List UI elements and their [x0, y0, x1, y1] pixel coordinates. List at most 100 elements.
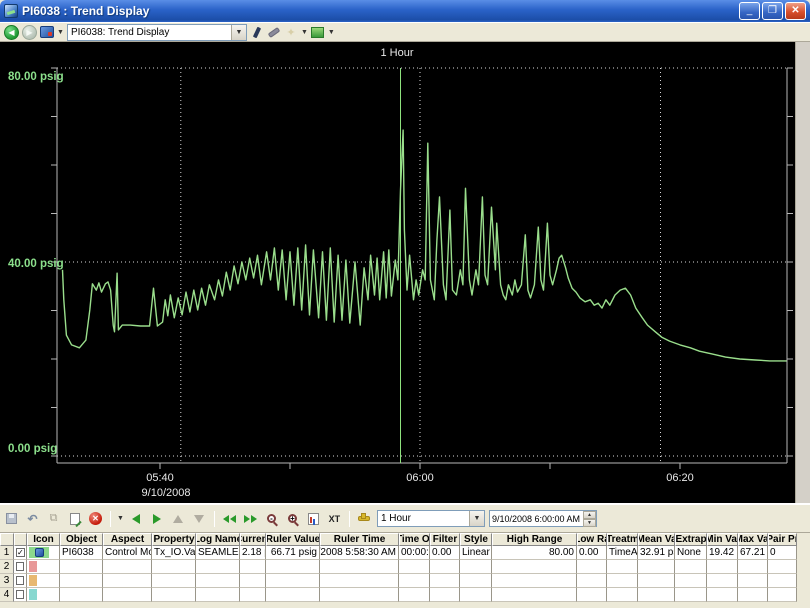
column-header-high_range[interactable]: High Range [492, 533, 577, 546]
column-header-filter[interactable]: Filter [430, 533, 460, 546]
aspect-combobox-dropdown-icon[interactable]: ▼ [231, 25, 246, 40]
aspect-menu-caret-icon[interactable]: ▼ [57, 29, 64, 36]
fast-back-icon[interactable] [221, 511, 238, 527]
cell-extrap: None [675, 546, 707, 560]
cell-aspect [103, 560, 152, 574]
column-header-ruler_time[interactable]: Ruler Time [320, 533, 399, 546]
close-button[interactable]: ✕ [785, 2, 806, 20]
favorites-icon[interactable]: ✦ [284, 26, 298, 39]
paste-icon[interactable]: ⧉ [45, 511, 62, 527]
column-header-pair_pr[interactable]: Pair Pr [768, 533, 797, 546]
trend-plot[interactable]: 80.00 psig40.00 psig0.00 psig05:4006:000… [0, 42, 795, 503]
cell-pair_pr [768, 560, 797, 574]
column-header-ruler_value[interactable]: Ruler Value [266, 533, 320, 546]
step-up-icon[interactable] [170, 511, 187, 527]
image-gallery-icon[interactable] [311, 26, 325, 39]
trend-display-window: PI6038 : Trend Display _ ❐ ✕ ◀ ▶ ▼ PI603… [0, 0, 810, 608]
row-number: 1 [0, 546, 14, 560]
cell-ruler_time: 9/10/2008 5:58:30 AM [320, 546, 399, 560]
stop-icon[interactable]: ✕ [87, 511, 104, 527]
column-header-min_val[interactable]: Min Val [707, 533, 738, 546]
cell-ruler_value [266, 574, 320, 588]
cell-object [60, 560, 103, 574]
interval-combobox-value: 1 Hour [378, 513, 469, 524]
cell-mean_va: 32.91 psi [638, 546, 675, 560]
zoom-out-icon[interactable]: - [263, 511, 280, 527]
column-header-sel[interactable] [14, 533, 27, 546]
zoom-in-icon[interactable]: + [284, 511, 301, 527]
datetime-value: 9/10/2008 6:00:00 AM [490, 514, 583, 524]
pin-icon[interactable] [250, 26, 264, 39]
column-header-object[interactable]: Object [60, 533, 103, 546]
datetime-field[interactable]: 9/10/2008 6:00:00 AM ▲ ▼ [489, 510, 597, 527]
cell-filter [430, 588, 460, 602]
aspect-combobox[interactable]: PI6038: Trend Display ▼ [67, 24, 247, 41]
step-down-icon[interactable] [191, 511, 208, 527]
trend-line [63, 130, 787, 361]
table-row[interactable]: 4 [0, 588, 810, 602]
cell-logname: SEAMLESS [196, 546, 240, 560]
pen-icon[interactable] [267, 26, 281, 39]
cell-min_val [707, 588, 738, 602]
toolbar-separator [214, 511, 215, 527]
svg-text:05:40: 05:40 [146, 472, 174, 484]
table-header-row: IconObjectAspectPropertyLog NameCurrentR… [0, 533, 810, 546]
edit-note-icon[interactable] [66, 511, 83, 527]
toolbar-separator [349, 511, 350, 527]
cell-low_ra [577, 588, 607, 602]
titlebar[interactable]: PI6038 : Trend Display _ ❐ ✕ [0, 0, 810, 22]
column-header-treatm[interactable]: Treatm [607, 533, 638, 546]
forward-icon[interactable]: ▶ [22, 25, 37, 40]
column-header-icon[interactable]: Icon [27, 533, 60, 546]
save-icon[interactable] [3, 511, 20, 527]
cell-pair_pr: 0 [768, 546, 797, 560]
datetime-spinner[interactable]: ▲ ▼ [583, 511, 596, 526]
visible-checkbox[interactable]: ✓ [14, 546, 27, 560]
spinner-up-icon[interactable]: ▲ [583, 511, 596, 519]
column-header-time_of[interactable]: Time Of [399, 533, 430, 546]
trend-chart-svg[interactable]: 80.00 psig40.00 psig0.00 psig05:4006:000… [0, 42, 795, 503]
spinner-down-icon[interactable]: ▼ [583, 519, 596, 527]
xt-mode-icon[interactable]: XT [326, 511, 343, 527]
step-back-icon[interactable] [128, 511, 145, 527]
column-header-extrap[interactable]: Extrap [675, 533, 707, 546]
restore-button[interactable]: ❐ [762, 2, 783, 20]
fast-forward-icon[interactable] [242, 511, 259, 527]
trace-dropdown-caret-icon[interactable]: ▼ [117, 515, 124, 522]
image-gallery-caret-icon[interactable]: ▼ [328, 29, 335, 36]
interval-combobox-dropdown-icon[interactable]: ▼ [469, 511, 484, 526]
column-header-max_val[interactable]: Max Val [738, 533, 768, 546]
interval-combobox[interactable]: 1 Hour ▼ [377, 510, 485, 527]
column-header-logname[interactable]: Log Name [196, 533, 240, 546]
step-forward-icon[interactable] [149, 511, 166, 527]
column-header-property[interactable]: Property [152, 533, 196, 546]
column-header-current[interactable]: Current [240, 533, 266, 546]
column-header-style[interactable]: Style [460, 533, 492, 546]
cell-filter [430, 574, 460, 588]
cell-extrap [675, 574, 707, 588]
table-row[interactable]: 1✓PI6038Control ModTx_IO.ValuSEAMLESS2.1… [0, 546, 810, 560]
aspect-menu-icon[interactable] [40, 26, 54, 39]
cell-pair_pr [768, 588, 797, 602]
report-icon[interactable] [305, 511, 322, 527]
gridlines [57, 68, 787, 463]
favorites-caret-icon[interactable]: ▼ [301, 29, 308, 36]
column-header-aspect[interactable]: Aspect [103, 533, 152, 546]
undo-icon[interactable]: ↶ [24, 511, 41, 527]
table-row[interactable]: 2 [0, 560, 810, 574]
visible-checkbox[interactable] [14, 574, 27, 588]
cell-ruler_time [320, 574, 399, 588]
navigation-toolbar: ◀ ▶ ▼ PI6038: Trend Display ▼ ✦ ▼ ▼ [0, 22, 810, 42]
column-header-num[interactable] [0, 533, 14, 546]
visible-checkbox[interactable] [14, 588, 27, 602]
back-icon[interactable]: ◀ [4, 25, 19, 40]
visible-checkbox[interactable] [14, 560, 27, 574]
minimize-button[interactable]: _ [739, 2, 760, 20]
chart-area: 80.00 psig40.00 psig0.00 psig05:4006:000… [0, 42, 810, 503]
column-header-low_ra[interactable]: Low Ra [577, 533, 607, 546]
cell-style: Linear [460, 546, 492, 560]
ruler-key-icon[interactable] [356, 511, 373, 527]
table-row[interactable]: 3 [0, 574, 810, 588]
column-header-mean_va[interactable]: Mean Va [638, 533, 675, 546]
trace-color-swatch [27, 574, 60, 588]
